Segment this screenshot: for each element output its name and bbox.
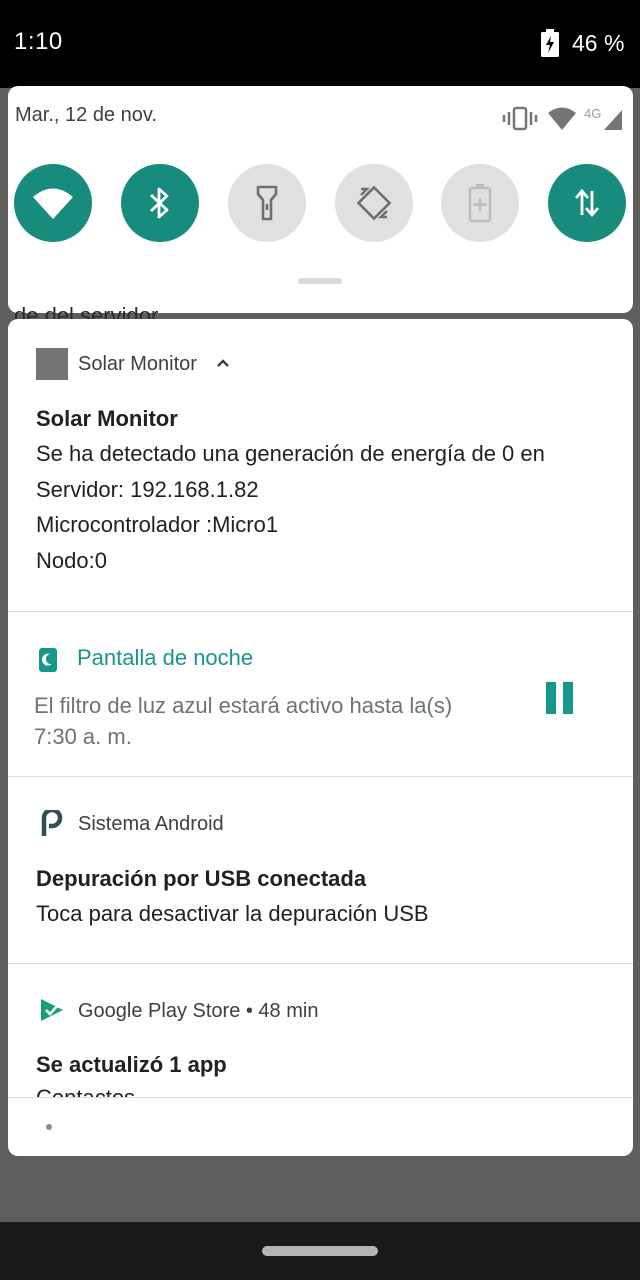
notification-text-line: Nodo:0: [36, 548, 107, 573]
android-system-icon: [41, 810, 63, 836]
cell-signal-icon: [604, 110, 622, 130]
divider: [8, 1097, 633, 1098]
battery-percentage: 46 %: [572, 30, 625, 56]
auto-rotate-tile[interactable]: [335, 164, 413, 242]
notification-app-name: Solar Monitor: [78, 353, 197, 375]
background-text: de del servidor: [14, 303, 159, 319]
notification-title: Pantalla de noche: [77, 645, 254, 670]
network-type-label: 4G: [584, 106, 601, 121]
flashlight-icon: [256, 185, 278, 221]
more-notifications-indicator[interactable]: [46, 1124, 52, 1130]
play-store-icon: [41, 999, 63, 1021]
notification-title: Se actualizó 1 app: [36, 1052, 227, 1077]
clock: 1:10: [14, 28, 63, 55]
notification-app-name: Google Play Store • 48 min: [78, 1000, 319, 1022]
divider: [8, 963, 633, 964]
bluetooth-icon: [150, 187, 169, 219]
wifi-icon: [33, 188, 73, 219]
notification-text-line: 7:30 a. m.: [34, 724, 132, 749]
system-status-icons: 4G: [502, 106, 622, 131]
quick-settings-panel: Mar., 12 de nov. 4G: [8, 86, 633, 313]
solar-monitor-app-icon: [36, 348, 68, 380]
wifi-tile[interactable]: [14, 164, 92, 242]
auto-rotate-icon: [356, 185, 392, 221]
battery-saver-icon: [468, 184, 492, 223]
bluetooth-tile[interactable]: [121, 164, 199, 242]
navigation-bar: [0, 1222, 640, 1280]
notification-title: Depuración por USB conectada: [36, 866, 367, 891]
date-label: Mar., 12 de nov.: [15, 104, 157, 126]
night-light-icon: [39, 648, 57, 672]
notification-text-line: El filtro de luz azul estará activo hast…: [34, 693, 453, 718]
home-gesture-pill[interactable]: [262, 1246, 378, 1256]
vibrate-icon: [502, 106, 538, 131]
status-bar: 1:10 46 %: [0, 0, 640, 88]
wifi-status-icon: [548, 107, 576, 130]
notification-text-line: Contactos: [36, 1087, 436, 1098]
divider: [8, 776, 633, 777]
notification-text-line: Microcontrolador :Micro1: [36, 512, 279, 537]
notification-text-line: Toca para desactivar la depuración USB: [36, 901, 429, 926]
mobile-data-icon: [574, 188, 600, 218]
flashlight-tile[interactable]: [228, 164, 306, 242]
divider: [8, 611, 633, 612]
notification-text-clip: Contactos: [36, 1079, 436, 1098]
battery-charging-icon: [541, 29, 559, 57]
notification-app-name: Sistema Android: [78, 813, 224, 835]
expand-handle[interactable]: [298, 278, 342, 284]
notification-text-line: Servidor: 192.168.1.82: [36, 477, 259, 502]
notification-list: Solar Monitor Solar Monitor Se ha detect…: [8, 319, 633, 1156]
mobile-data-tile[interactable]: [548, 164, 626, 242]
notification-text-line: Se ha detectado una generación de energí…: [36, 441, 545, 466]
chevron-up-icon[interactable]: [215, 357, 231, 369]
notification-title: Solar Monitor: [36, 406, 178, 431]
pause-icon[interactable]: [538, 672, 578, 718]
battery-saver-tile[interactable]: [441, 164, 519, 242]
